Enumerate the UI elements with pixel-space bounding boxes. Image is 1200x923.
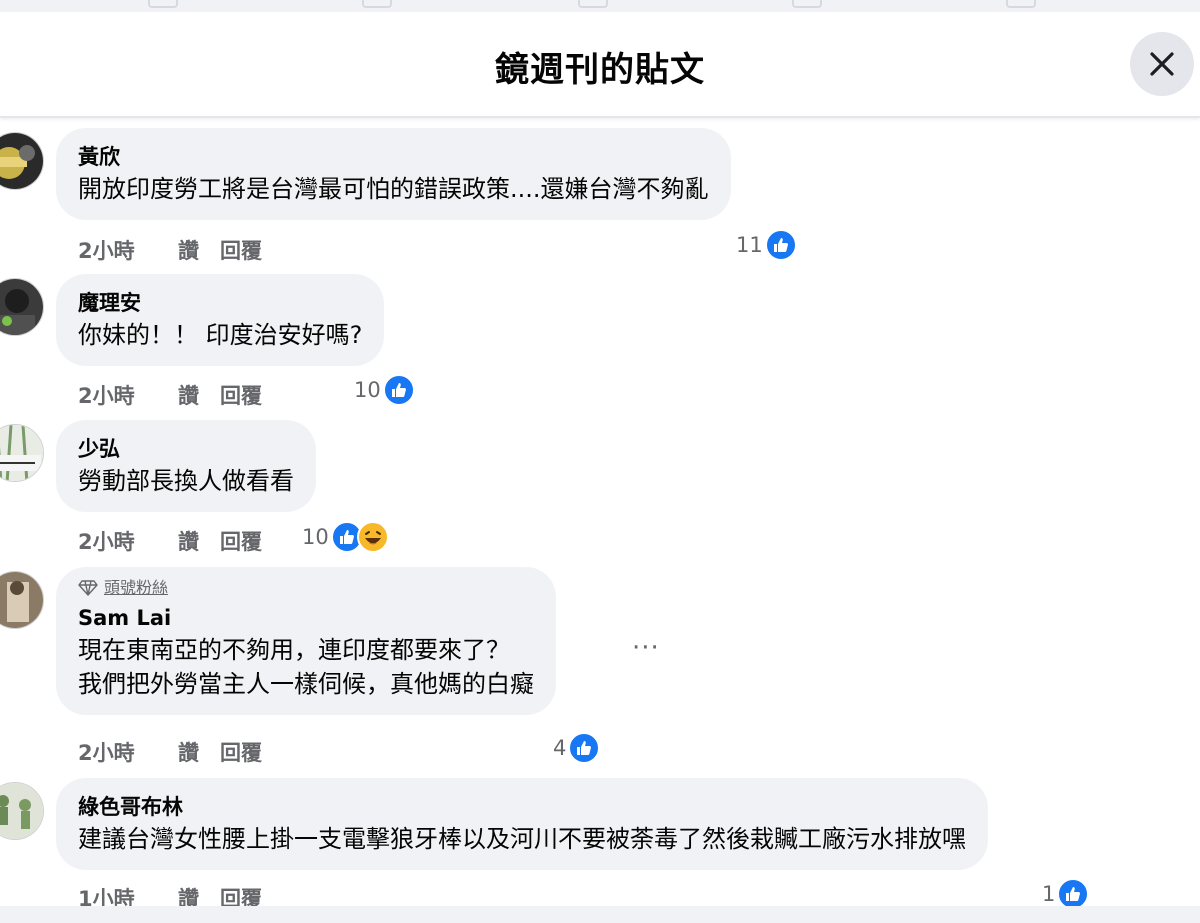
avatar[interactable] xyxy=(0,132,44,190)
comment-actions: 2小時 讚 回覆 xyxy=(78,526,300,556)
like-button[interactable]: 讚 xyxy=(178,737,220,767)
reaction-summary[interactable]: 10 xyxy=(354,374,415,406)
reply-button[interactable]: 回覆 xyxy=(220,235,300,265)
reply-button[interactable]: 回覆 xyxy=(220,737,300,767)
like-reaction-icon xyxy=(568,732,601,764)
top-fan-badge[interactable]: 頭號粉絲 xyxy=(78,577,534,599)
comment-timestamp[interactable]: 2小時 xyxy=(78,235,178,265)
reply-button[interactable]: 回覆 xyxy=(220,380,300,410)
reaction-count: 1 xyxy=(1042,882,1056,906)
comment-timestamp[interactable]: 2小時 xyxy=(78,737,178,767)
comment-bubble: 頭號粉絲 Sam Lai 現在東南亞的不夠用，連印度都要來了？ 我們把外勞當主人… xyxy=(56,567,556,715)
comment-text-line: 我們把外勞當主人一樣伺候，真他媽的白癡 xyxy=(78,670,534,698)
background-icon xyxy=(578,0,608,8)
background-icon xyxy=(148,0,178,8)
more-options-button[interactable]: ··· xyxy=(632,633,660,663)
like-button[interactable]: 讚 xyxy=(178,526,220,556)
comment-bubble: 魔理安 你妹的！！ 印度治安好嗎? xyxy=(56,274,385,366)
reaction-count: 11 xyxy=(736,233,763,257)
background-icon xyxy=(362,0,392,8)
comment-author[interactable]: 少弘 xyxy=(78,434,294,464)
comment-bubble: 黃欣 開放印度勞工將是台灣最可怕的錯誤政策....還嫌台灣不夠亂 xyxy=(56,128,731,220)
like-button[interactable]: 讚 xyxy=(178,235,220,265)
avatar[interactable] xyxy=(0,278,44,336)
dialog-header: 鏡週刊的貼文 xyxy=(0,12,1200,118)
reaction-summary[interactable]: 10 xyxy=(302,521,389,553)
comment-text-line: 現在東南亞的不夠用，連印度都要來了？ xyxy=(78,636,510,664)
comment-author[interactable]: 綠色哥布林 xyxy=(78,792,966,822)
bottom-edge xyxy=(0,906,1200,923)
comment-actions: 2小時 讚 回覆 xyxy=(78,737,300,767)
comment-bubble: 少弘 勞動部長換人做看看 xyxy=(56,420,316,512)
avatar[interactable] xyxy=(0,782,44,840)
comment-text: 勞動部長換人做看看 xyxy=(78,467,294,495)
reaction-summary[interactable]: 4 xyxy=(553,732,601,764)
comment-timestamp[interactable]: 2小時 xyxy=(78,526,178,556)
reaction-count: 10 xyxy=(354,378,381,402)
reaction-summary[interactable]: 11 xyxy=(736,229,797,261)
comment-author[interactable]: Sam Lai xyxy=(78,603,534,633)
reaction-count: 4 xyxy=(553,736,567,760)
comment-text: 你妹的！！ 印度治安好嗎? xyxy=(78,321,363,349)
comment-timestamp[interactable]: 2小時 xyxy=(78,380,178,410)
comment-actions: 2小時 讚 回覆 xyxy=(78,380,300,410)
like-reaction-icon xyxy=(764,229,797,261)
close-icon xyxy=(1150,52,1174,76)
background-icon xyxy=(1006,0,1036,8)
background-icon xyxy=(792,0,822,8)
comment-author[interactable]: 魔理安 xyxy=(78,288,362,318)
badge-label: 頭號粉絲 xyxy=(104,578,169,597)
comment-actions: 2小時 讚 回覆 xyxy=(78,235,300,265)
like-button[interactable]: 讚 xyxy=(178,380,220,410)
dialog-title: 鏡週刊的貼文 xyxy=(495,50,705,90)
diamond-icon xyxy=(78,580,98,596)
like-reaction-icon xyxy=(382,374,415,406)
comment-text: 開放印度勞工將是台灣最可怕的錯誤政策....還嫌台灣不夠亂 xyxy=(78,175,709,203)
close-button[interactable] xyxy=(1130,32,1194,96)
comment-author[interactable]: 黃欣 xyxy=(78,142,709,172)
background-toolbar-strip xyxy=(0,0,1200,12)
haha-reaction-icon xyxy=(356,521,389,553)
avatar[interactable] xyxy=(0,424,44,482)
comment-bubble: 綠色哥布林 建議台灣女性腰上掛一支電擊狼牙棒以及河川不要被荼毒了然後栽贓工廠污水… xyxy=(56,778,988,870)
avatar[interactable] xyxy=(0,571,44,629)
reply-button[interactable]: 回覆 xyxy=(220,526,300,556)
comment-text: 建議台灣女性腰上掛一支電擊狼牙棒以及河川不要被荼毒了然後栽贓工廠污水排放嘿 xyxy=(78,825,966,853)
reaction-count: 10 xyxy=(302,525,329,549)
